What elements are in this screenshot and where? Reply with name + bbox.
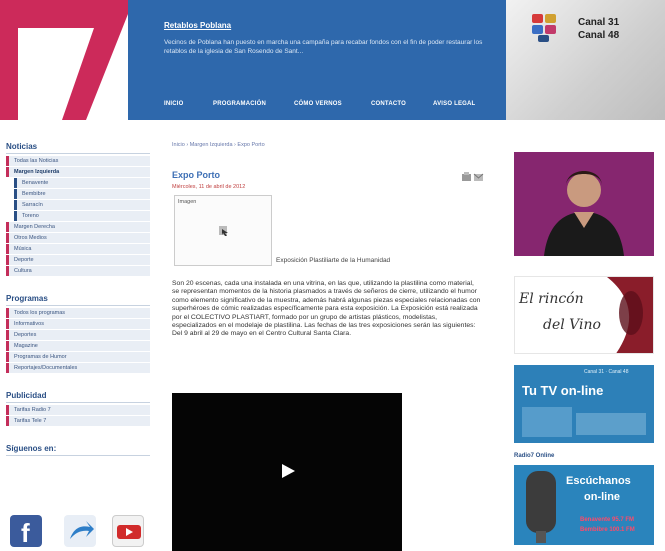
sidebar-item-tarifas-tele[interactable]: Tarifas Tele 7	[6, 416, 150, 426]
sidebar-item-magazine[interactable]: Magazine	[6, 341, 150, 351]
sidebar-item-informativos[interactable]: Informativos	[6, 319, 150, 329]
article-body: Son 20 escenas, cada una instalada en un…	[172, 280, 481, 338]
channel-line-1: Canal 31	[578, 17, 620, 28]
sidebar-item-bembibre[interactable]: Bembibre	[14, 189, 150, 199]
email-icon[interactable]	[473, 173, 484, 181]
nav-item-aviso-legal[interactable]: AVISO LEGAL	[433, 101, 475, 107]
article-image: Imagen	[174, 195, 272, 266]
sidebar-item-humor[interactable]: Programas de Humor	[6, 352, 150, 362]
channel-logo[interactable]	[0, 0, 128, 120]
sidebar-title-publicidad: Publicidad	[6, 391, 150, 403]
image-caption: Exposición Plastiliarte de la Humanidad	[276, 257, 391, 264]
left-sidebar: Noticias Todas las Noticias Margen Izqui…	[6, 142, 150, 458]
sidebar-item-tarifas-radio[interactable]: Tarifas Radio 7	[6, 405, 150, 415]
sidebar-title-noticias: Noticias	[6, 142, 150, 154]
channel-info: Canal 31 Canal 48	[506, 0, 665, 120]
tu-tv-online-banner[interactable]: Tu TV on-line Canal 31 · Canal 48	[514, 365, 654, 443]
radio-title-2: on-line	[584, 491, 621, 503]
vino-line-1: El rincón	[519, 291, 584, 307]
facebook-icon[interactable]: f	[10, 515, 42, 548]
sidebar-item-deporte[interactable]: Deporte	[6, 255, 150, 265]
broken-image-icon	[219, 226, 228, 236]
microphone-icon	[526, 471, 556, 533]
banner-title[interactable]: Retablos Poblana	[164, 21, 231, 30]
share-icon[interactable]	[64, 515, 96, 547]
nav-item-como-vernos[interactable]: CÓMO VERNOS	[294, 101, 342, 107]
sidebar-item-toreno[interactable]: Toreno	[14, 211, 150, 221]
breadcrumb[interactable]: Inicio › Margen Izquierda › Expo Porto	[172, 142, 492, 152]
presenter-video-thumbnail[interactable]	[514, 152, 654, 256]
banner-text: Vecinos de Poblana han puesto en marcha …	[164, 39, 483, 55]
radio-online-label: Radio7 Online	[514, 453, 555, 459]
sidebar-item-margen-izquierda[interactable]: Margen Izquierda	[6, 167, 150, 177]
featured-banner[interactable]: Retablos Poblana Vecinos de Poblana han …	[128, 0, 506, 120]
sidebar-item-margen-derecha[interactable]: Margen Derecha	[6, 222, 150, 232]
article-tools	[462, 172, 484, 182]
channel-grid-icon	[532, 14, 558, 44]
nav-item-programacion[interactable]: PROGRAMACIÓN	[213, 101, 266, 107]
radio-online-banner[interactable]: Escúchanos on-line Benavente 95.7 FM Bem…	[514, 465, 654, 545]
sidebar-item-sarracin[interactable]: Sarracín	[14, 200, 150, 210]
image-label: Imagen	[178, 199, 197, 205]
tv-online-title: Tu TV on-line	[522, 383, 604, 398]
sidebar-item-cultura[interactable]: Cultura	[6, 266, 150, 276]
radio-title-1: Escúchanos	[566, 475, 631, 487]
tv-online-channels: Canal 31 · Canal 48	[584, 369, 629, 375]
sidebar-item-benavente[interactable]: Benavente	[14, 178, 150, 188]
sidebar-item-todas-noticias[interactable]: Todas las Noticias	[6, 156, 150, 166]
svg-text:f: f	[21, 518, 30, 547]
article-title[interactable]: Expo Porto	[172, 170, 220, 180]
video-player[interactable]	[172, 393, 402, 551]
channel-line-2: Canal 48	[578, 30, 620, 41]
sidebar-title-programas: Programas	[6, 294, 150, 306]
article-date: Miércoles, 11 de abril de 2012	[172, 184, 246, 190]
sidebar-title-siguenos: Síguenos en:	[6, 444, 150, 456]
sidebar-item-reportajes[interactable]: Reportajes/Documentales	[6, 363, 150, 373]
sidebar-item-deportes[interactable]: Deportes	[6, 330, 150, 340]
radio-frequency-1: Benavente 95.7 FM	[580, 517, 635, 523]
sidebar-item-otros-medios[interactable]: Otros Medios	[6, 233, 150, 243]
nav-item-contacto[interactable]: CONTACTO	[371, 101, 406, 107]
sidebar-item-todos-programas[interactable]: Todos los programas	[6, 308, 150, 318]
youtube-icon[interactable]	[112, 515, 144, 547]
vino-line-2: del Vino	[543, 317, 601, 333]
el-rincon-del-vino-banner[interactable]: El rincón del Vino	[514, 276, 654, 354]
nav-item-inicio[interactable]: INICIO	[164, 101, 184, 107]
print-icon[interactable]	[462, 172, 471, 181]
logo-seven-icon	[18, 0, 128, 120]
main-nav: INICIO PROGRAMACIÓN CÓMO VERNOS CONTACTO…	[128, 95, 506, 115]
site-header: Retablos Poblana Vecinos de Poblana han …	[0, 0, 665, 120]
article: Inicio › Margen Izquierda › Expo Porto E…	[172, 142, 492, 551]
radio-frequency-2: Bembibre 100.1 FM	[580, 527, 635, 533]
play-icon[interactable]	[280, 463, 296, 479]
sidebar-item-musica[interactable]: Música	[6, 244, 150, 254]
